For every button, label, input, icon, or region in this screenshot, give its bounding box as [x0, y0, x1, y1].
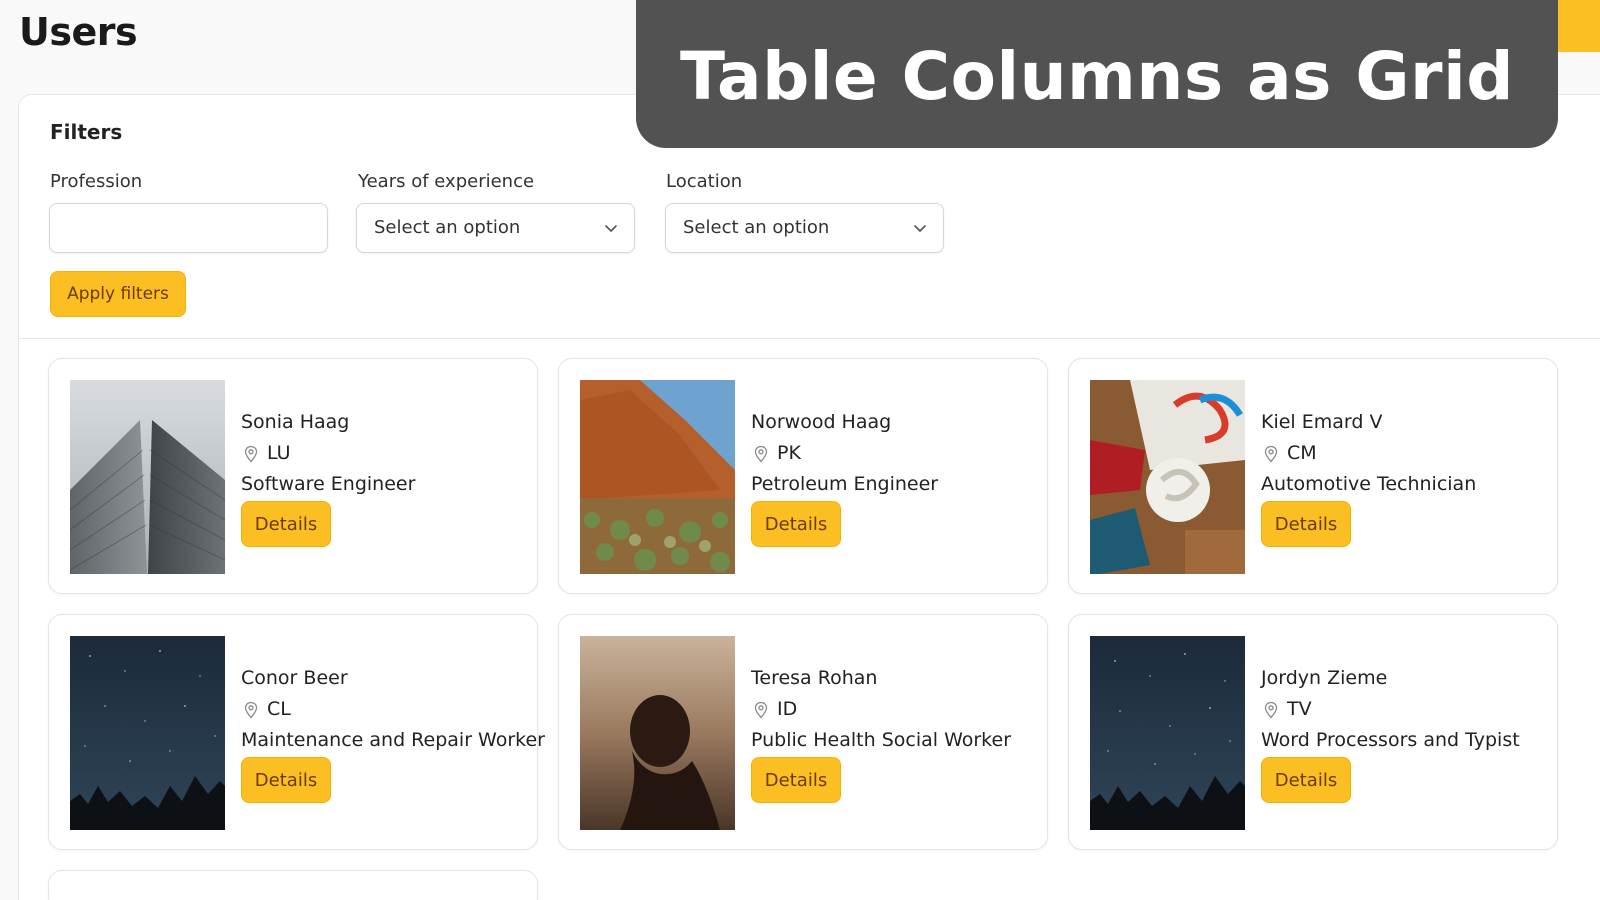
user-location: ID: [777, 698, 798, 720]
woman-silhouette-photo: [580, 636, 735, 830]
user-card-partial: [48, 870, 538, 900]
user-profession: Public Health Social Worker: [751, 729, 1012, 751]
apply-filters-button[interactable]: Apply filters: [50, 271, 186, 317]
user-name: Jordyn Zieme: [1261, 667, 1388, 689]
user-card: Teresa Rohan ID Public Health Social Wor…: [558, 614, 1048, 850]
user-location: TV: [1287, 698, 1312, 720]
user-name: Norwood Haag: [751, 411, 892, 433]
user-name: Kiel Emard V: [1261, 411, 1383, 433]
details-button[interactable]: Details: [1261, 501, 1351, 547]
user-card: Kiel Emard V CM Automotive Technician De…: [1068, 358, 1558, 594]
user-location: PK: [777, 442, 801, 464]
experience-label: Years of experience: [358, 171, 535, 192]
map-pin-icon: [754, 701, 768, 719]
panel-divider: [19, 338, 1600, 339]
details-button[interactable]: Details: [241, 501, 331, 547]
details-button[interactable]: Details: [751, 501, 841, 547]
map-pin-icon: [1264, 445, 1278, 463]
location-select-value: Select an option: [683, 217, 830, 238]
user-location: CL: [267, 698, 291, 720]
experience-select-value: Select an option: [374, 217, 521, 238]
design-items-photo: [1090, 380, 1245, 574]
location-label: Location: [666, 171, 743, 192]
user-profession: Petroleum Engineer: [751, 473, 939, 495]
experience-select[interactable]: Select an option: [356, 203, 635, 253]
chevron-down-icon: [914, 225, 926, 232]
details-button[interactable]: Details: [751, 757, 841, 803]
filters-heading: Filters: [50, 120, 123, 144]
user-profession: Word Processors and Typist: [1261, 729, 1520, 751]
chevron-down-icon: [605, 225, 617, 232]
map-pin-icon: [244, 701, 258, 719]
user-location: CM: [1287, 442, 1317, 464]
user-card: Conor Beer CL Maintenance and Repair Wor…: [48, 614, 545, 850]
red-rock-desert-photo: [580, 380, 735, 574]
user-profession: Software Engineer: [241, 473, 416, 495]
details-button[interactable]: Details: [1261, 757, 1351, 803]
user-profession: Maintenance and Repair Worker: [241, 729, 545, 751]
user-name: Conor Beer: [241, 667, 348, 689]
building-photo: [70, 380, 225, 574]
user-name: Teresa Rohan: [751, 667, 878, 689]
user-profession: Automotive Technician: [1261, 473, 1477, 495]
map-pin-icon: [244, 445, 258, 463]
page-title: Users: [19, 10, 138, 54]
location-select[interactable]: Select an option: [665, 203, 944, 253]
map-pin-icon: [754, 445, 768, 463]
user-card: Jordyn Zieme TV Word Processors and Typi…: [1068, 614, 1558, 850]
night-sky-photo: [1090, 636, 1245, 830]
user-card: Norwood Haag PK Petroleum Engineer Detai…: [558, 358, 1048, 594]
title-overlay-banner: Table Columns as Grid: [636, 0, 1558, 148]
night-sky-photo: [70, 636, 225, 830]
details-button[interactable]: Details: [241, 757, 331, 803]
user-card: Sonia Haag LU Software Engineer Details: [48, 358, 538, 594]
user-location: LU: [267, 442, 291, 464]
overlay-title: Table Columns as Grid: [680, 38, 1514, 115]
map-pin-icon: [1264, 701, 1278, 719]
user-name: Sonia Haag: [241, 411, 350, 433]
profession-label: Profession: [50, 171, 143, 192]
profession-input[interactable]: [49, 203, 328, 253]
